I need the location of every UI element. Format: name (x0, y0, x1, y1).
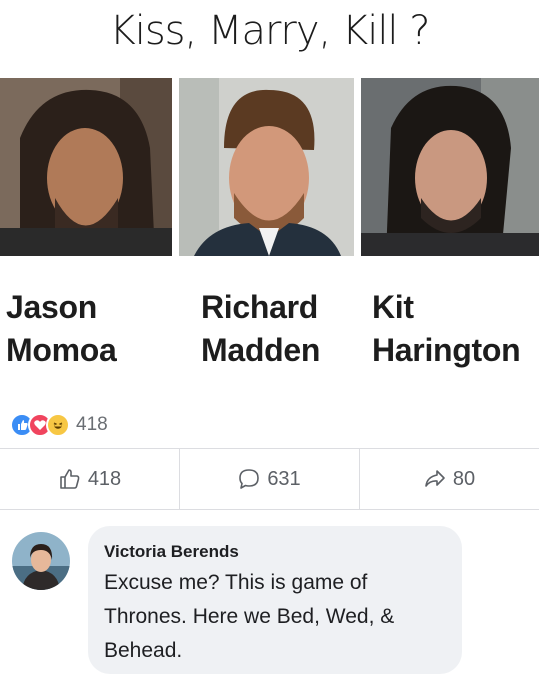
photo-row (0, 78, 539, 256)
share-arrow-icon (425, 470, 445, 487)
comment-button[interactable]: 631 (179, 449, 360, 509)
like-button[interactable]: 418 (0, 449, 180, 509)
name-label-3: Kit Harington (372, 286, 521, 372)
comment-icon (239, 469, 260, 489)
reaction-summary[interactable]: 418 (10, 410, 108, 440)
last-name: Harington (372, 332, 521, 368)
comment: Victoria Berends Excuse me? This is game… (0, 520, 539, 674)
reaction-count: 418 (76, 414, 108, 435)
avatar[interactable] (12, 532, 70, 590)
action-bar: 418 631 80 (0, 448, 539, 510)
comment-text: Excuse me? This is game of Thrones. Here… (104, 571, 395, 662)
like-count: 418 (87, 467, 122, 490)
comment-author[interactable]: Victoria Berends (104, 542, 239, 562)
comment-count: 631 (267, 467, 301, 490)
first-name: Richard (201, 289, 319, 325)
comment-bubble: Victoria Berends Excuse me? This is game… (88, 526, 462, 674)
photo-jason-momoa[interactable] (0, 78, 172, 256)
first-name: Kit (372, 289, 414, 325)
haha-icon (46, 413, 70, 437)
name-label-2: Richard Madden (201, 286, 320, 372)
share-button[interactable]: 80 (359, 449, 539, 509)
share-count: 80 (452, 467, 476, 490)
name-label-1: Jason Momoa (6, 286, 117, 372)
last-name: Madden (201, 332, 321, 368)
first-name: Jason (6, 289, 97, 325)
last-name: Momoa (6, 332, 117, 368)
thumbs-up-icon (60, 469, 80, 489)
photo-kit-harington[interactable] (361, 78, 539, 256)
post-title: Kiss, Marry, Kill ? (109, 8, 431, 54)
post: Kiss, Marry, Kill ? Jason Momoa Richard … (0, 0, 539, 674)
photo-richard-madden[interactable] (179, 78, 354, 256)
